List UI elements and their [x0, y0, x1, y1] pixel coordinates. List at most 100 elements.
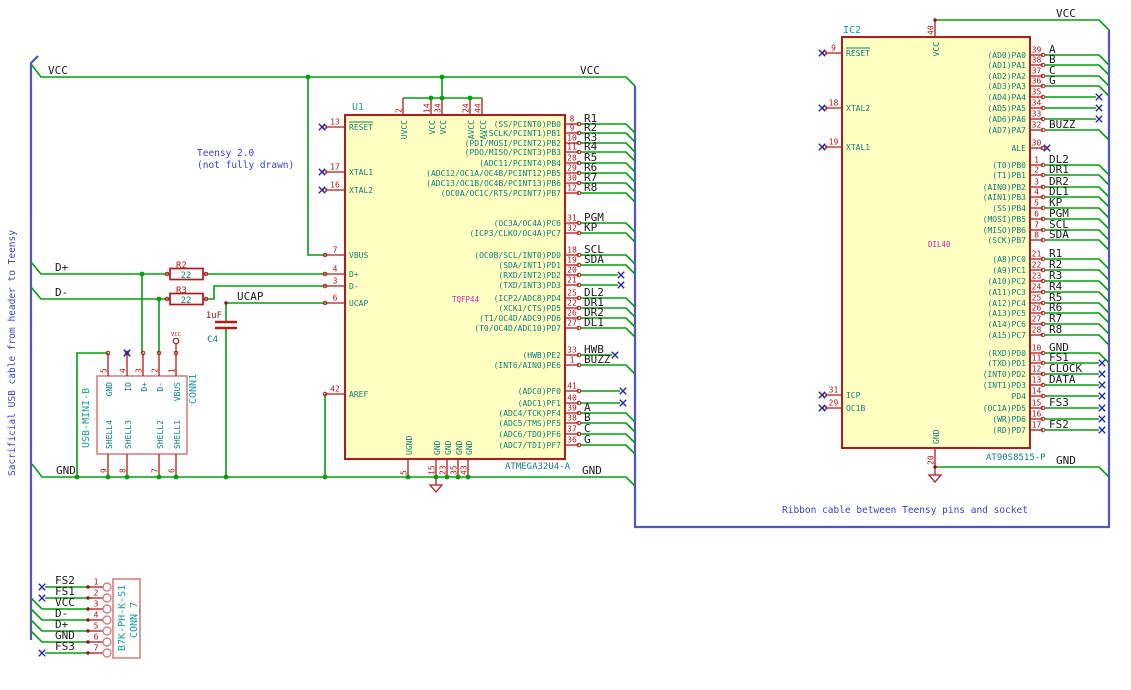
wire-buzz[interactable]	[1045, 129, 1110, 141]
pin-name: ALE	[1012, 144, 1027, 153]
pin-number: 33	[1032, 110, 1042, 119]
net-label-vcc[interactable]: VCC	[48, 64, 68, 77]
no-connect-icon	[318, 123, 326, 131]
pin-name: (INT6/AIN0)PE6	[494, 361, 562, 370]
wire-d-[interactable]	[206, 285, 325, 300]
capacitor-C4[interactable]: 1uF C4	[206, 311, 237, 345]
pin-name: (T0)PB0	[992, 161, 1026, 170]
no-connect-icon	[1098, 415, 1106, 423]
net-label-data[interactable]: DATA	[1049, 373, 1076, 386]
chip-IC2[interactable]: IC2AT90S8515-PDIL409RESET18XTAL219XTAL13…	[818, 20, 1046, 467]
pin-name: D-	[349, 282, 359, 291]
pad-circle	[102, 637, 112, 647]
pin-number: 7	[151, 468, 160, 473]
pin-number: 17	[330, 163, 340, 172]
net-label-vcc[interactable]: VCC	[1056, 7, 1076, 20]
pin-number: 17	[1032, 421, 1042, 430]
pin-number: 20	[927, 455, 936, 465]
net-label-vcc[interactable]: VCC	[580, 64, 600, 77]
wire-gnd[interactable]	[935, 466, 1110, 478]
pin-number: 11	[567, 143, 577, 152]
wire-kp[interactable]	[580, 232, 636, 243]
resistor-ref: R2	[176, 261, 187, 271]
net-label-d+[interactable]: D+	[55, 261, 69, 274]
no-connect-icon	[1098, 370, 1106, 378]
pin-number: 26	[567, 309, 577, 318]
net-label-gnd[interactable]: GND	[1056, 454, 1076, 467]
chip-U1[interactable]: U1ATMEGA32U4-ATQFP4413RESET17XTAL116XTAL…	[318, 98, 582, 477]
pin-name: GND	[444, 440, 453, 455]
wire-buzz[interactable]	[580, 364, 636, 375]
pin-number: 8	[1034, 231, 1039, 240]
pin-CONN7-1[interactable]: 1	[88, 578, 112, 592]
pin-name: UGND	[405, 436, 414, 455]
wire-d+[interactable]	[30, 261, 167, 275]
pin-number: 7	[94, 644, 99, 653]
wire-vcc[interactable]	[30, 63, 636, 87]
net-label-gnd[interactable]: GND	[582, 464, 602, 477]
pin-number: 5	[400, 470, 409, 475]
net-label-buzz[interactable]: BUZZ	[584, 353, 611, 366]
wire-end-dot	[86, 585, 90, 589]
net-label-fs3[interactable]: FS3	[1049, 396, 1069, 409]
wire-g[interactable]	[1045, 85, 1110, 97]
wire-d-[interactable]	[30, 286, 167, 300]
net-label-g[interactable]: G	[584, 433, 591, 446]
no-connect-icon	[1095, 93, 1103, 101]
wire-r8[interactable]	[580, 192, 636, 203]
pin-name: (AD4)PA4	[987, 93, 1026, 102]
vcc-power-label: VCC	[171, 332, 181, 338]
pin-name: VBUS	[173, 382, 182, 401]
pin-number: 2	[94, 589, 99, 598]
vcc-circle	[172, 337, 180, 345]
net-label-fs2[interactable]: FS2	[1049, 418, 1069, 431]
pin-name: VCC	[932, 42, 941, 57]
chip-footprint: TQFP44	[452, 295, 480, 304]
junction-dot	[124, 474, 130, 480]
pin-name: (INT0)PD2	[983, 370, 1027, 379]
pin-name: VCC	[428, 120, 437, 135]
wire-sda[interactable]	[580, 264, 636, 275]
pin-number: 28	[567, 154, 577, 163]
chip-value: ATMEGA32U4-A	[505, 462, 571, 472]
resistor-R3[interactable]: R322	[164, 286, 209, 306]
pin-number: 7	[1034, 221, 1039, 230]
usb-connector-CONN1[interactable]: CONN1 USB-MINI-B 5 GND 4 ID 3 D+ 2 D- 1 VBUS 9 SHELL4…	[81, 349, 199, 477]
pin-number: 44	[474, 103, 483, 113]
wire-g[interactable]	[580, 444, 636, 455]
net-label-g[interactable]: G	[1049, 74, 1056, 87]
pin-number: 3	[94, 600, 99, 609]
header-connector-CONN_7[interactable]: CONN_7B7K-PH-K-S1 1 2 3 4 5 6 7	[88, 578, 141, 659]
pin-number: 35	[450, 465, 459, 475]
pin-number: 41	[567, 382, 577, 391]
pin-number: 21	[567, 276, 577, 285]
net-label-d-[interactable]: D-	[55, 286, 68, 299]
net-label-buzz[interactable]: BUZZ	[1049, 118, 1076, 131]
wire-vcc[interactable]	[307, 77, 325, 256]
pin-number: 4	[333, 265, 338, 274]
chip-ref: U1	[352, 102, 364, 113]
net-label-kp[interactable]: KP	[584, 221, 598, 234]
pin-number: 12	[567, 184, 577, 193]
pin-name: RESET	[846, 49, 870, 58]
wire-vcc[interactable]	[935, 19, 1110, 31]
pin-number: 39	[567, 404, 577, 413]
resistor-R2[interactable]: R222	[164, 261, 209, 281]
net-label-sda[interactable]: SDA	[1049, 228, 1069, 241]
pin-number: 36	[567, 436, 577, 445]
pin-name: (AD7)PA7	[987, 126, 1026, 135]
schematic-canvas[interactable]: U1 ATMEGA32U4-A TQFP44 13 RESET 17 XTAL1 16 XTAL…	[0, 0, 1131, 690]
wire-end-dot	[224, 301, 228, 305]
no-connect-icon	[38, 649, 46, 657]
net-label-ucap[interactable]: UCAP	[237, 290, 264, 303]
no-connect-icon	[1098, 404, 1106, 412]
net-label-r8[interactable]: R8	[1049, 323, 1062, 336]
pin-name: (ADC6/TDO)PF6	[498, 430, 561, 439]
net-label-fs3[interactable]: FS3	[55, 640, 75, 653]
net-label-gnd[interactable]: GND	[56, 464, 76, 477]
pin-name: (MISO)PB6	[983, 226, 1027, 235]
net-label-sda[interactable]: SDA	[584, 253, 604, 266]
net-label-r8[interactable]: R8	[584, 181, 597, 194]
net-label-dl1[interactable]: DL1	[584, 316, 604, 329]
wire-dl1[interactable]	[580, 327, 636, 338]
